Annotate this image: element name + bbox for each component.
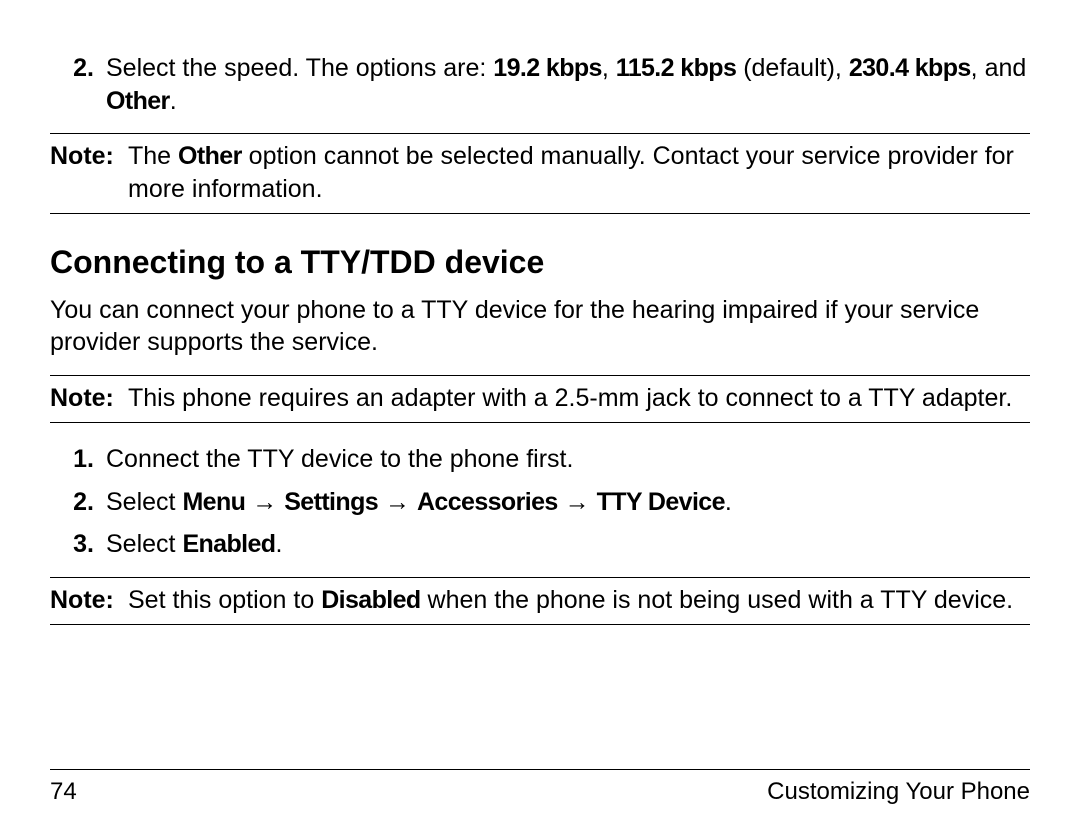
menu-path-menu: Menu	[182, 488, 245, 516]
page-number: 74	[50, 778, 77, 806]
note-text: This phone requires an adapter with a 2.…	[128, 382, 1030, 415]
arrow: →	[245, 488, 284, 516]
step-number: 2.	[50, 486, 106, 519]
option-19-2: 19.2 kbps	[493, 54, 602, 82]
document-page: 2. Select the speed. The options are: 19…	[0, 0, 1080, 834]
note-label: Note:	[50, 584, 128, 617]
step-number: 3.	[50, 528, 106, 561]
text: , and	[971, 54, 1027, 82]
text: Select	[106, 488, 182, 516]
text: (default),	[736, 54, 849, 82]
step-number: 2.	[50, 52, 106, 117]
bold-enabled: Enabled	[182, 530, 275, 558]
step-item: 2. Select Menu → Settings → Accessories …	[50, 486, 1030, 519]
step-item: 2. Select the speed. The options are: 19…	[50, 52, 1030, 117]
text: The	[128, 142, 178, 170]
step-text: Connect the TTY device to the phone firs…	[106, 443, 1030, 476]
arrow: →	[378, 488, 417, 516]
note-block: Note: This phone requires an adapter wit…	[50, 375, 1030, 424]
step-number: 1.	[50, 443, 106, 476]
step-item: 1. Connect the TTY device to the phone f…	[50, 443, 1030, 476]
text: Set this option to	[128, 586, 321, 614]
note-label: Note:	[50, 140, 128, 205]
menu-path-settings: Settings	[284, 488, 378, 516]
note-text: Set this option to Disabled when the pho…	[128, 584, 1030, 617]
option-other: Other	[106, 87, 170, 115]
note-label: Note:	[50, 382, 128, 415]
text: .	[275, 530, 282, 558]
step-text: Select the speed. The options are: 19.2 …	[106, 52, 1030, 117]
note-block: Note: The Other option cannot be selecte…	[50, 133, 1030, 214]
step-text: Select Enabled.	[106, 528, 1030, 561]
text: .	[725, 488, 732, 516]
section-heading: Connecting to a TTY/TDD device	[50, 242, 1030, 284]
section-intro: You can connect your phone to a TTY devi…	[50, 294, 1030, 359]
section-title: Customizing Your Phone	[767, 778, 1030, 806]
text: option cannot be selected manually. Cont…	[128, 142, 1014, 203]
page-footer: 74 Customizing Your Phone	[50, 769, 1030, 806]
menu-path-accessories: Accessories	[417, 488, 558, 516]
arrow: →	[558, 488, 597, 516]
step-text: Select Menu → Settings → Accessories → T…	[106, 486, 1030, 519]
bold-other: Other	[178, 142, 242, 170]
text: when the phone is not being used with a …	[421, 586, 1014, 614]
text: Select the speed. The options are:	[106, 54, 493, 82]
note-text: The Other option cannot be selected manu…	[128, 140, 1030, 205]
note-block: Note: Set this option to Disabled when t…	[50, 577, 1030, 626]
text: ,	[602, 54, 616, 82]
page-content: 2. Select the speed. The options are: 19…	[50, 52, 1030, 625]
menu-path-tty-device: TTY Device	[597, 488, 725, 516]
step-item: 3. Select Enabled.	[50, 528, 1030, 561]
text: .	[170, 87, 177, 115]
text: Select	[106, 530, 182, 558]
bold-disabled: Disabled	[321, 586, 420, 614]
option-115-2: 115.2 kbps	[616, 54, 736, 82]
option-230-4: 230.4 kbps	[849, 54, 971, 82]
